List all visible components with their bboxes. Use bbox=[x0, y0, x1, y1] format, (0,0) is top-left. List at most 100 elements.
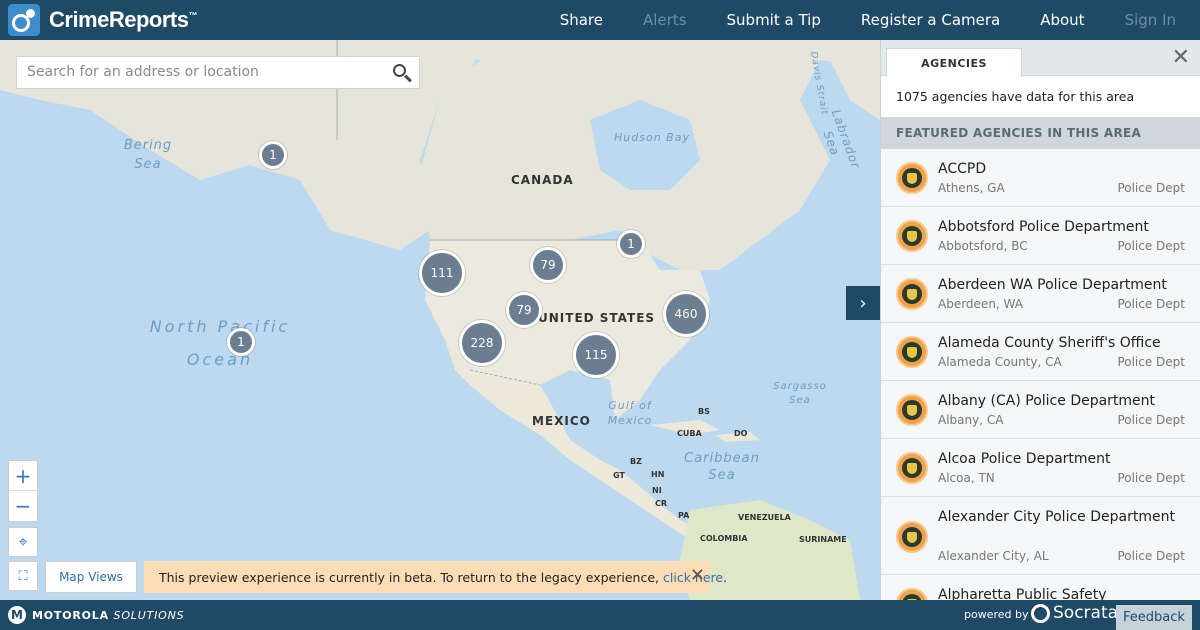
map-label-north-pacific: North Pacific Ocean bbox=[140, 310, 300, 376]
agency-name: Alpharetta Public Safety bbox=[938, 587, 1107, 600]
search-icon[interactable] bbox=[391, 62, 413, 84]
agency-location: Albany, CA bbox=[938, 413, 1004, 427]
nav-share[interactable]: Share bbox=[560, 11, 603, 29]
panel-tabs: AGENCIES ✕ bbox=[881, 40, 1200, 77]
agency-name: ACCPD bbox=[938, 161, 987, 177]
featured-agencies-header: FEATURED AGENCIES IN THIS AREA bbox=[881, 117, 1200, 149]
ocean-line-1: Caribbean bbox=[684, 451, 760, 466]
agency-location: Alexander City, AL bbox=[938, 549, 1049, 563]
police-badge-icon bbox=[896, 588, 928, 600]
incident-cluster[interactable]: 79 bbox=[506, 292, 542, 328]
map-label-sargasso-sea: Sargasso Sea bbox=[768, 380, 832, 408]
tab-agencies[interactable]: AGENCIES bbox=[886, 48, 1022, 77]
map-label-bs: BS bbox=[698, 407, 710, 416]
crimereports-logo[interactable]: CrimeReports™ bbox=[8, 4, 197, 36]
agency-name: Aberdeen WA Police Department bbox=[938, 277, 1167, 293]
zoom-out-button[interactable]: − bbox=[9, 491, 37, 521]
motorola-logo[interactable]: M MOTOROLA SOLUTIONS bbox=[8, 606, 184, 624]
agency-item[interactable]: Albany (CA) Police Department Albany, CA… bbox=[881, 381, 1200, 439]
map-label-bz: BZ bbox=[630, 457, 642, 466]
feedback-button[interactable]: Feedback bbox=[1116, 605, 1192, 630]
agency-type: Police Dept bbox=[1117, 297, 1185, 311]
map-label-hudson-bay: Hudson Bay bbox=[614, 131, 690, 144]
incident-cluster[interactable]: 111 bbox=[419, 250, 465, 296]
close-icon[interactable]: ✕ bbox=[690, 565, 705, 586]
footer: M MOTOROLA SOLUTIONS powered by Socrata … bbox=[0, 600, 1200, 630]
nav-alerts[interactable]: Alerts bbox=[643, 11, 687, 29]
fullscreen-button[interactable]: ⛶ bbox=[8, 561, 38, 591]
ocean-line-1: Sargasso bbox=[773, 381, 827, 392]
agency-type: Police Dept bbox=[1117, 471, 1185, 485]
expand-icon: ⛶ bbox=[18, 568, 28, 584]
beta-notice-period: . bbox=[723, 569, 728, 585]
search-input[interactable]: Search for an address or location bbox=[27, 64, 259, 80]
agency-type: Police Dept bbox=[1117, 549, 1185, 563]
map-canvas[interactable]: Search for an address or location CANADA… bbox=[0, 40, 880, 600]
agency-item[interactable]: ACCPD Athens, GA Police Dept bbox=[881, 149, 1200, 207]
locate-button[interactable]: ⌖ bbox=[8, 527, 38, 557]
map-label-cuba: CUBA bbox=[677, 429, 702, 438]
main-nav: Share Alerts Submit a Tip Register a Cam… bbox=[520, 0, 1176, 40]
agency-item[interactable]: Alexander City Police Department Alexand… bbox=[881, 497, 1200, 575]
nav-register-camera[interactable]: Register a Camera bbox=[861, 11, 1000, 29]
incident-cluster[interactable]: 228 bbox=[459, 320, 505, 366]
nav-sign-in[interactable]: Sign In bbox=[1125, 11, 1176, 29]
motorola-text: MOTOROLA SOLUTIONS bbox=[32, 608, 185, 622]
map-label-canada: CANADA bbox=[511, 173, 574, 187]
agency-name: Alcoa Police Department bbox=[938, 451, 1111, 467]
incident-cluster[interactable]: 79 bbox=[530, 247, 566, 283]
agency-item[interactable]: Alameda County Sheriff's Office Alameda … bbox=[881, 323, 1200, 381]
expand-panel-button[interactable]: › bbox=[846, 286, 880, 320]
incident-cluster[interactable]: 115 bbox=[573, 332, 619, 378]
incident-cluster[interactable]: 1 bbox=[259, 141, 287, 169]
agency-location: Aberdeen, WA bbox=[938, 297, 1023, 311]
police-badge-icon bbox=[896, 162, 928, 194]
nav-submit-tip[interactable]: Submit a Tip bbox=[727, 11, 821, 29]
agency-count: 1075 agencies have data for this area bbox=[881, 76, 1200, 117]
ocean-line-2: Sea bbox=[789, 395, 811, 406]
socrata-icon bbox=[1031, 603, 1050, 623]
agency-item[interactable]: Alcoa Police Department Alcoa, TN Police… bbox=[881, 439, 1200, 497]
map-label-caribbean-sea: Caribbean Sea bbox=[680, 450, 764, 484]
zoom-in-button[interactable]: + bbox=[9, 461, 37, 491]
map-label-gt: GT bbox=[613, 471, 625, 480]
police-badge-icon bbox=[896, 394, 928, 426]
map-label-united-states: UNITED STATES bbox=[538, 311, 656, 325]
agency-type: Police Dept bbox=[1117, 181, 1185, 195]
ocean-line-2: Mexico bbox=[607, 414, 653, 427]
socrata-logo[interactable]: Socrata bbox=[1031, 603, 1118, 623]
search-box[interactable]: Search for an address or location bbox=[16, 56, 420, 89]
incident-cluster[interactable]: 1 bbox=[227, 328, 255, 356]
map-label-pa: PA bbox=[678, 511, 690, 520]
socrata-text: Socrata bbox=[1053, 603, 1119, 623]
close-icon[interactable]: ✕ bbox=[1172, 45, 1190, 70]
agency-item[interactable]: Aberdeen WA Police Department Aberdeen, … bbox=[881, 265, 1200, 323]
map-label-do: DO bbox=[734, 429, 748, 438]
ocean-line-2: Sea bbox=[708, 468, 736, 483]
zoom-control: + − bbox=[8, 460, 38, 522]
incident-cluster[interactable]: 1 bbox=[617, 230, 645, 258]
agency-item[interactable]: Alpharetta Public Safety bbox=[881, 575, 1200, 600]
map-label-bering-sea: Bering Sea bbox=[120, 136, 176, 174]
police-badge-icon bbox=[896, 452, 928, 484]
agencies-panel: AGENCIES ✕ 1075 agencies have data for t… bbox=[880, 40, 1200, 600]
agency-item[interactable]: Abbotsford Police Department Abbotsford,… bbox=[881, 207, 1200, 265]
map-label-suriname: SURINAME bbox=[799, 535, 847, 544]
ocean-line-1: North Pacific bbox=[149, 317, 291, 336]
map-label-venezuela: VENEZUELA bbox=[738, 513, 791, 522]
incident-cluster[interactable]: 460 bbox=[663, 291, 709, 337]
ocean-line-2: Sea bbox=[134, 157, 162, 172]
agency-location: Alameda County, CA bbox=[938, 355, 1062, 369]
motorola-icon: M bbox=[8, 606, 26, 624]
beta-notice-text: This preview experience is currently in … bbox=[159, 569, 660, 585]
police-badge-icon bbox=[896, 336, 928, 368]
nav-about[interactable]: About bbox=[1040, 11, 1084, 29]
agency-name: Abbotsford Police Department bbox=[938, 219, 1149, 235]
map-label-hn: HN bbox=[651, 470, 665, 479]
ocean-line-1: Bering bbox=[123, 138, 173, 153]
logo-icon bbox=[8, 4, 40, 36]
map-views-button[interactable]: Map Views bbox=[45, 561, 137, 593]
agency-location: Abbotsford, BC bbox=[938, 239, 1028, 253]
ocean-line-2: Ocean bbox=[186, 350, 254, 369]
agency-type: Police Dept bbox=[1117, 239, 1185, 253]
